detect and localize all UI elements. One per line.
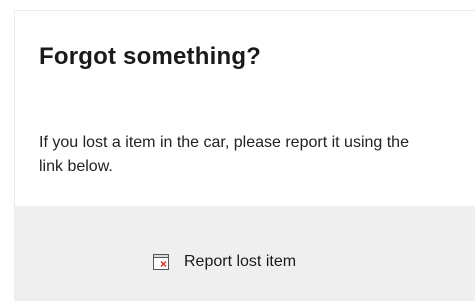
report-lost-item-link[interactable]: Report lost item (152, 253, 296, 271)
card-content: Forgot something? If you lost a item in … (15, 11, 475, 206)
card-footer: Report lost item (15, 206, 475, 301)
broken-image-icon (152, 253, 170, 271)
card-description: If you lost a item in the car, please re… (39, 134, 409, 175)
card-title: Forgot something? (39, 43, 262, 70)
lost-item-card: Forgot something? If you lost a item in … (14, 10, 475, 301)
report-lost-item-label: Report lost item (184, 253, 297, 270)
